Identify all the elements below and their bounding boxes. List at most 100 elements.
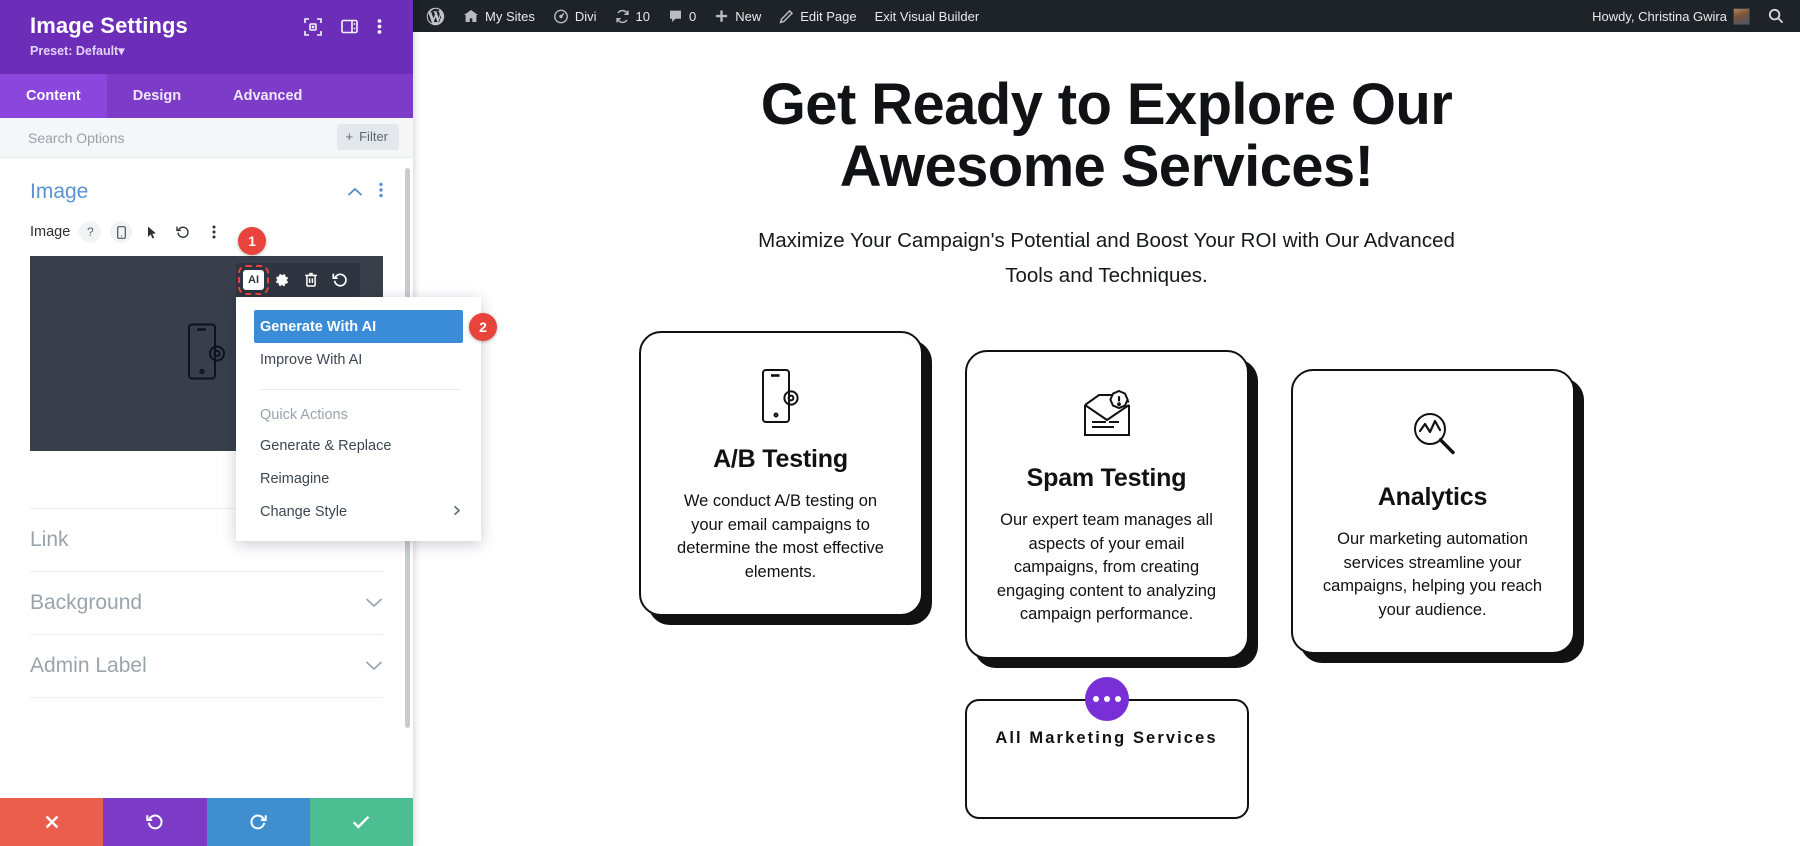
trash-icon[interactable] xyxy=(300,269,322,291)
ai-image-toolbar: AI xyxy=(236,263,360,297)
panel-tabs: Content Design Advanced xyxy=(0,74,413,118)
preset-label: Preset: Default xyxy=(30,44,119,58)
panel-header: Image Settings Preset: Default▾ xyxy=(0,0,413,74)
updates-count[interactable]: 10 xyxy=(606,0,659,32)
cursor-icon[interactable] xyxy=(141,221,163,243)
search-input[interactable] xyxy=(28,129,268,146)
services-card-row: A/B Testing We conduct A/B testing on yo… xyxy=(413,331,1800,659)
exit-visual-builder-label: Exit Visual Builder xyxy=(874,8,980,24)
screen: Image Settings Preset: Default▾ Content … xyxy=(0,0,1800,846)
discard-button[interactable] xyxy=(0,798,104,846)
menu-item-generate-and-replace[interactable]: Generate & Replace xyxy=(236,429,481,462)
tab-content[interactable]: Content xyxy=(0,74,107,118)
new-menu[interactable]: New xyxy=(705,0,770,32)
sites-icon xyxy=(463,9,479,24)
dot-2 xyxy=(1103,695,1110,702)
section-background-label: Background xyxy=(30,591,143,614)
updates-label: 10 xyxy=(635,8,650,24)
analytics-magnifier-icon xyxy=(1319,405,1547,463)
field-more-icon[interactable] xyxy=(203,221,225,243)
service-card-spam-testing[interactable]: Spam Testing Our expert team manages all… xyxy=(964,350,1249,659)
howdy-user[interactable]: Howdy, Christina Gwira xyxy=(1583,0,1759,32)
section-more-icon[interactable] xyxy=(379,182,383,203)
tab-advanced[interactable]: Advanced xyxy=(207,74,328,118)
undo-icon[interactable] xyxy=(329,269,351,291)
visual-builder-canvas: Get Ready to Explore Our Awesome Service… xyxy=(413,32,1800,846)
service-card-ab-testing[interactable]: A/B Testing We conduct A/B testing on yo… xyxy=(638,331,923,616)
exit-visual-builder-link[interactable]: Exit Visual Builder xyxy=(866,0,989,32)
step-badge-2: 2 xyxy=(469,313,497,341)
search-options-bar: + Filter xyxy=(0,118,413,158)
spam-envelope-icon xyxy=(993,386,1221,444)
service-card-body: Our expert team manages all aspects of y… xyxy=(996,511,1217,623)
page-title: Get Ready to Explore Our Awesome Service… xyxy=(760,72,1453,199)
ai-dropdown-menu: Generate With AI Improve With AI Quick A… xyxy=(236,297,481,541)
howdy-label: Howdy, Christina Gwira xyxy=(1592,8,1727,24)
comment-icon xyxy=(668,9,683,24)
search-icon[interactable] xyxy=(1759,0,1800,32)
new-label: New xyxy=(735,8,762,24)
step-badge-1: 1 xyxy=(238,227,266,255)
divi-icon xyxy=(553,9,569,24)
menu-item-improve-with-ai[interactable]: Improve With AI xyxy=(236,343,481,376)
image-section-header: Image xyxy=(0,158,413,218)
panel-preset[interactable]: Preset: Default▾ xyxy=(30,43,395,58)
more-vertical-icon[interactable] xyxy=(377,17,397,37)
phone-gear-icon xyxy=(667,367,895,425)
service-card-title: A/B Testing xyxy=(713,445,848,473)
tab-design[interactable]: Design xyxy=(107,74,207,118)
panel-header-icons xyxy=(303,17,397,37)
preset-caret-icon: ▾ xyxy=(118,44,125,58)
expand-icon[interactable] xyxy=(303,17,323,37)
section-admin-label[interactable]: Admin Label xyxy=(30,634,383,697)
panel-footer xyxy=(0,798,413,846)
menu-item-change-style[interactable]: Change Style xyxy=(236,495,481,528)
divi-label: Divi xyxy=(574,8,597,24)
menu-group-quick-actions: Quick Actions xyxy=(260,407,348,423)
undo-button[interactable] xyxy=(103,798,207,846)
dot-1 xyxy=(1092,695,1099,702)
settings-gear-icon[interactable] xyxy=(271,269,293,291)
phone-gear-placeholder-icon xyxy=(187,322,227,385)
redo-button[interactable] xyxy=(206,798,310,846)
ai-button[interactable]: AI xyxy=(238,265,269,295)
menu-item-reimagine[interactable]: Reimagine xyxy=(236,462,481,495)
help-icon[interactable]: ? xyxy=(79,221,102,243)
wp-admin-bar: My Sites Divi 10 0 New Edit Page Exit Vi… xyxy=(413,0,1800,32)
phone-icon[interactable] xyxy=(110,221,133,243)
reset-icon[interactable] xyxy=(172,221,194,243)
section-title: Image xyxy=(30,180,89,203)
service-card-title: Spam Testing xyxy=(1026,464,1187,492)
hero-section: Get Ready to Explore Our Awesome Service… xyxy=(413,32,1800,293)
dot-3 xyxy=(1114,695,1121,702)
edit-page-link[interactable]: Edit Page xyxy=(770,0,865,32)
all-marketing-services-title: All Marketing Services xyxy=(995,728,1218,747)
my-sites-menu[interactable]: My Sites xyxy=(454,0,544,32)
chevron-up-icon[interactable] xyxy=(347,184,363,201)
my-sites-label: My Sites xyxy=(485,8,535,24)
menu-divider xyxy=(260,389,461,390)
menu-item-generate-with-ai[interactable]: Generate With AI xyxy=(254,310,463,343)
updates-icon xyxy=(615,9,630,24)
avatar xyxy=(1733,7,1750,25)
service-card-body: Our marketing automation services stream… xyxy=(1322,530,1543,619)
filter-button[interactable]: + Filter xyxy=(336,124,399,150)
save-button[interactable] xyxy=(309,798,413,846)
section-options-button[interactable] xyxy=(1084,676,1129,721)
image-field-row: Image ? xyxy=(0,218,413,246)
service-card-title: Analytics xyxy=(1377,483,1488,511)
page-subtitle: Maximize Your Campaign's Potential and B… xyxy=(758,229,1455,287)
image-field-label: Image xyxy=(30,224,71,240)
all-services-section: All Marketing Services xyxy=(413,676,1800,819)
divi-menu[interactable]: Divi xyxy=(544,0,606,32)
edit-page-label: Edit Page xyxy=(800,8,857,24)
section-admin-label-text: Admin Label xyxy=(30,654,147,677)
layout-icon[interactable] xyxy=(340,17,360,37)
chevron-down-icon xyxy=(365,595,383,612)
plus-icon: + xyxy=(345,129,354,144)
comments-count[interactable]: 0 xyxy=(659,0,705,32)
service-card-analytics[interactable]: Analytics Our marketing automation servi… xyxy=(1290,369,1575,654)
filter-label: Filter xyxy=(359,129,388,144)
wordpress-logo-icon[interactable] xyxy=(413,0,454,32)
section-background[interactable]: Background xyxy=(30,571,383,634)
